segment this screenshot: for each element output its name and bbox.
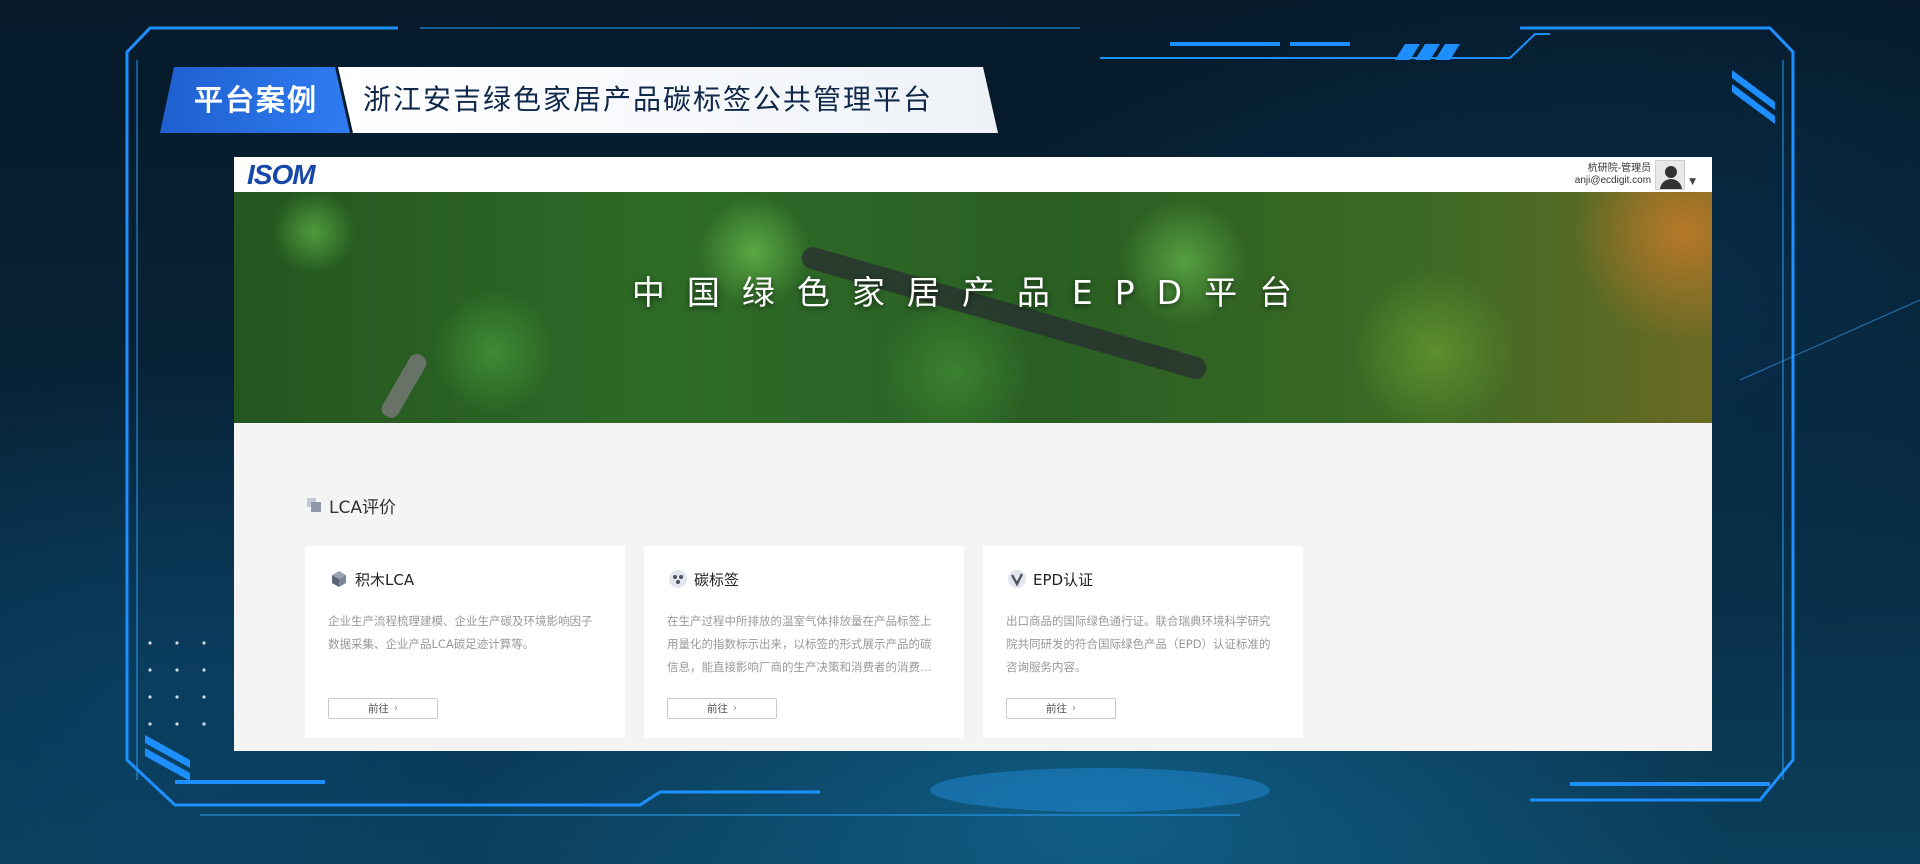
app-window: ISOM 杭研院-管理员 anji@ecdigit.com ▼ 中国绿色家居产品… [234,157,1712,751]
chevron-right-icon: › [1072,703,1076,714]
chevron-right-icon: › [394,703,398,714]
epd-check-icon [1007,569,1027,589]
card-description: 企业生产流程梳理建模、企业生产碳及环境影响因子数据采集、企业产品LCA碳足迹计算… [328,614,593,651]
isom-logo[interactable]: ISOM [247,159,316,190]
card-title: EPD认证 [1033,570,1094,589]
chevron-right-icon: › [733,703,737,714]
stack-squares-icon [307,498,321,512]
go-button-label: 前往 [707,703,728,715]
user-info: 杭研院-管理员 anji@ecdigit.com [1575,163,1651,187]
blocks-icon [329,569,349,589]
go-button[interactable]: 前往 › [328,698,438,719]
card-header: 积木LCA [329,568,414,590]
user-name: 杭研院-管理员 [1587,162,1652,174]
carbon-label-icon [668,569,688,589]
user-email: anji@ecdigit.com [1574,174,1652,186]
user-avatar-icon[interactable] [1655,159,1686,190]
section-header: LCA评价 [307,495,396,518]
banner-tag: 平台案例 [194,83,319,117]
card-header: EPD认证 [1007,568,1093,590]
user-menu[interactable]: 杭研院-管理员 anji@ecdigit.com ▼ [1575,159,1696,190]
go-button[interactable]: 前往 › [667,698,777,719]
card-description: 在生产过程中所排放的温室气体排放量在产品标签上用量化的指数标示出来，以标签的形式… [667,614,932,674]
banner-title: 浙江安吉绿色家居产品碳标签公共管理平台 [363,83,934,116]
card-epd: EPD认证 出口商品的国际绿色通行证。联合瑞典环境科学研究院共同研发的符合国际绿… [983,546,1303,738]
title-banner: 平台案例 浙江安吉绿色家居产品碳标签公共管理平台 [160,67,998,133]
section-title: LCA评价 [329,497,396,518]
card-title: 积木LCA [355,570,415,589]
card-description: 出口商品的国际绿色通行证。联合瑞典环境科学研究院共同研发的符合国际绿色产品（EP… [1006,614,1271,674]
go-button-label: 前往 [368,703,389,715]
road-graphic-small [378,351,430,421]
app-header: ISOM 杭研院-管理员 anji@ecdigit.com ▼ [234,157,1712,192]
hero-title: 中国绿色家居产品EPD平台 [631,273,1315,312]
caret-down-icon[interactable]: ▼ [1689,177,1696,187]
go-button[interactable]: 前往 › [1006,698,1116,719]
card-carbon-label: 碳标签 在生产过程中所排放的温室气体排放量在产品标签上用量化的指数标示出来，以标… [644,546,964,738]
hero-banner: 中国绿色家居产品EPD平台 [234,192,1712,423]
card-lca: 积木LCA 企业生产流程梳理建模、企业生产碳及环境影响因子数据采集、企业产品LC… [305,546,625,738]
go-button-label: 前往 [1046,703,1067,715]
card-header: 碳标签 [668,568,739,590]
card-title: 碳标签 [694,570,740,589]
